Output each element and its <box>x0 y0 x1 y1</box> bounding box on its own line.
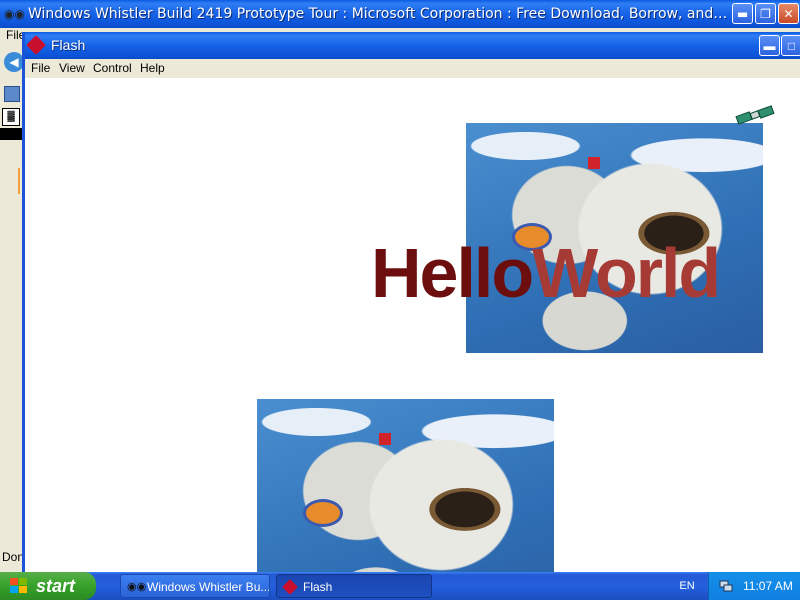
taskbar-item-browser[interactable]: ◉◉ Windows Whistler Bu... <box>120 574 270 598</box>
browser-icon: ◉◉ <box>127 581 147 593</box>
world-word: World <box>532 234 721 312</box>
browser-icon: ◉◉ <box>4 7 25 21</box>
flash-title: Flash <box>51 37 86 53</box>
taskbar-item-label: Flash <box>303 580 333 594</box>
minimize-icon: ▬ <box>736 7 749 21</box>
taskbar-item-flash[interactable]: Flash <box>276 574 432 598</box>
windows-logo-icon <box>10 578 28 594</box>
minimize-button[interactable]: ▬ <box>732 3 753 24</box>
menu-file[interactable]: File <box>31 59 50 78</box>
browser-titlebar[interactable]: ◉◉ Windows Whistler Build 2419 Prototype… <box>0 0 800 28</box>
flash-window: Flash ▬ □ File View Control Help HelloWo… <box>22 32 800 572</box>
search-icon[interactable] <box>4 86 20 102</box>
start-label: start <box>36 576 76 596</box>
network-icon[interactable] <box>719 579 733 593</box>
menu-control[interactable]: Control <box>93 59 132 78</box>
hello-world-text: HelloWorld <box>371 238 721 308</box>
clock[interactable]: 11:07 AM <box>743 572 793 600</box>
browser-title: Windows Whistler Build 2419 Prototype To… <box>28 6 728 22</box>
page-banner-strip <box>0 128 24 140</box>
hello-word: Hello <box>371 234 534 312</box>
close-button[interactable]: ✕ <box>778 3 799 24</box>
minimize-icon: ▬ <box>763 39 776 53</box>
satellite-icon <box>735 105 775 125</box>
taskbar-item-label: Windows Whistler Bu... <box>147 580 270 594</box>
flash-maximize-button[interactable]: □ <box>781 35 800 56</box>
system-tray: 11:07 AM <box>708 572 800 600</box>
back-arrow-icon[interactable]: ◀ <box>4 52 24 72</box>
browser-status-text: Don <box>2 550 25 564</box>
suit-detail <box>379 433 391 445</box>
menu-help[interactable]: Help <box>140 59 165 78</box>
flash-icon <box>26 35 46 55</box>
menu-view[interactable]: View <box>59 59 85 78</box>
restore-icon: ❐ <box>760 7 771 21</box>
flash-minimize-button[interactable]: ▬ <box>759 35 780 56</box>
close-icon: ✕ <box>783 7 794 21</box>
astronaut-photo <box>257 399 554 572</box>
flash-titlebar[interactable]: Flash ▬ □ <box>25 32 800 59</box>
start-button[interactable]: start <box>0 572 96 600</box>
browser-left-strip: File ◀ ▓ Don <box>0 28 25 572</box>
flash-menubar: File View Control Help <box>25 59 800 78</box>
mission-patch <box>303 499 343 527</box>
suit-detail <box>588 157 600 169</box>
archive-icon[interactable]: ▓ <box>2 108 20 126</box>
maximize-icon: □ <box>787 39 796 53</box>
restore-button[interactable]: ❐ <box>755 3 776 24</box>
language-indicator[interactable]: EN <box>668 572 706 600</box>
flash-stage[interactable]: HelloWorld <box>25 78 800 572</box>
taskbar: start ◉◉ Windows Whistler Bu... Flash EN… <box>0 572 800 600</box>
flash-icon <box>282 579 298 595</box>
